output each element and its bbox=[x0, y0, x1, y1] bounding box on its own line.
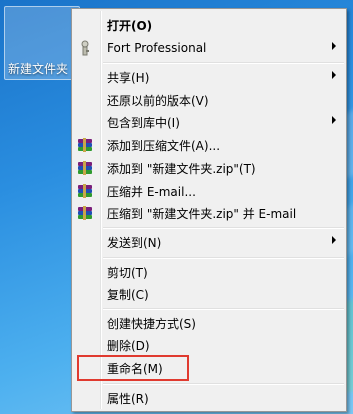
menu-item-properties[interactable]: 属性(R) bbox=[74, 387, 344, 409]
menu-item-label: 剪切(T) bbox=[107, 265, 148, 280]
winrar-archive-icon bbox=[77, 160, 93, 176]
desktop-folder-label: 新建文件夹 bbox=[8, 62, 69, 76]
menu-item-label: 添加到压缩文件(A)... bbox=[107, 138, 221, 153]
menu-item-label: 压缩到 "新建文件夹.zip" 并 E-mail bbox=[107, 206, 297, 221]
chevron-right-icon bbox=[332, 116, 336, 124]
chevron-right-icon bbox=[332, 236, 336, 244]
menu-item-compress-email[interactable]: 压缩并 E-mail... bbox=[74, 180, 344, 202]
menu-item-label: 包含到库中(I) bbox=[107, 115, 180, 130]
menu-item-label: 重命名(M) bbox=[107, 361, 163, 376]
menu-item-delete[interactable]: 删除(D) bbox=[74, 334, 344, 356]
menu-item-label: 压缩并 E-mail... bbox=[107, 184, 196, 199]
menu-item-label: 还原以前的版本(V) bbox=[107, 93, 209, 108]
menu-item-rename[interactable]: 重命名(M) bbox=[74, 357, 344, 379]
menu-item-add-archive[interactable]: 添加到压缩文件(A)... bbox=[74, 134, 344, 156]
menu-item-add-zip[interactable]: 添加到 "新建文件夹.zip"(T) bbox=[74, 157, 344, 179]
menu-item-label: 添加到 "新建文件夹.zip"(T) bbox=[107, 161, 256, 176]
menu-separator bbox=[103, 257, 344, 259]
winrar-archive-icon bbox=[77, 137, 93, 153]
menu-item-open[interactable]: 打开(O) bbox=[74, 14, 344, 36]
menu-item-label: 共享(H) bbox=[107, 70, 150, 85]
menu-item-label: 属性(R) bbox=[107, 391, 149, 406]
menu-item-send-to[interactable]: 发送到(N) bbox=[74, 231, 344, 253]
menu-item-create-shortcut[interactable]: 创建快捷方式(S) bbox=[74, 312, 344, 334]
winrar-archive-icon bbox=[77, 183, 93, 199]
fort-icon bbox=[77, 40, 93, 56]
menu-item-copy[interactable]: 复制(C) bbox=[74, 283, 344, 305]
menu-separator bbox=[103, 227, 344, 229]
menu-item-cut[interactable]: 剪切(T) bbox=[74, 261, 344, 283]
menu-item-share[interactable]: 共享(H) bbox=[74, 66, 344, 88]
menu-item-label: 删除(D) bbox=[107, 338, 150, 353]
menu-item-label: 发送到(N) bbox=[107, 235, 162, 250]
menu-separator bbox=[103, 308, 344, 310]
chevron-right-icon bbox=[332, 71, 336, 79]
menu-item-fort-professional[interactable]: Fort Professional bbox=[74, 37, 344, 59]
chevron-right-icon bbox=[332, 42, 336, 50]
menu-item-label: 创建快捷方式(S) bbox=[107, 316, 196, 331]
menu-item-include-library[interactable]: 包含到库中(I) bbox=[74, 111, 344, 133]
menu-item-restore-previous[interactable]: 还原以前的版本(V) bbox=[74, 89, 344, 111]
menu-item-label: 打开(O) bbox=[107, 18, 153, 33]
menu-separator bbox=[103, 383, 344, 385]
menu-item-compress-zip-email[interactable]: 压缩到 "新建文件夹.zip" 并 E-mail bbox=[74, 202, 344, 224]
menu-item-label: Fort Professional bbox=[107, 41, 207, 55]
context-menu: 打开(O) Fort Professional 共享(H) 还原以前的版本(V)… bbox=[71, 8, 347, 412]
winrar-archive-icon bbox=[77, 205, 93, 221]
menu-separator bbox=[103, 62, 344, 64]
menu-item-label: 复制(C) bbox=[107, 287, 149, 302]
